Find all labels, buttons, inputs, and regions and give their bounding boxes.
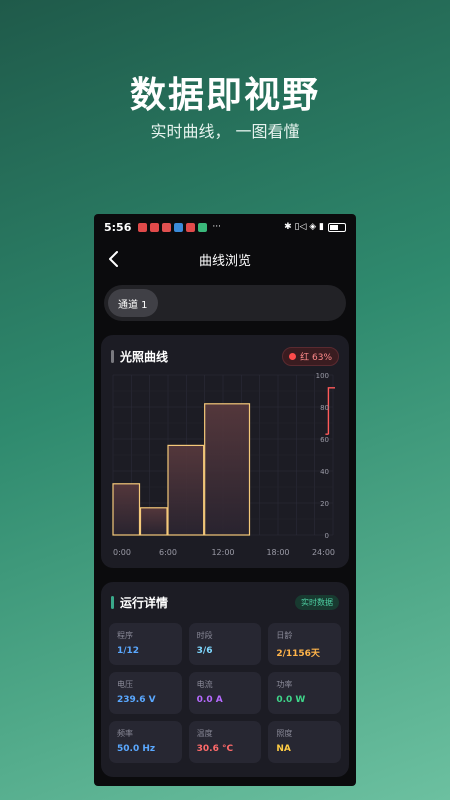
detail-tile: 电流 0.0 A — [188, 672, 262, 714]
x-tick-label: 0:00 — [113, 548, 131, 557]
channel-selector: 通道 1 — [104, 285, 346, 321]
detail-label: 时段 — [196, 631, 213, 640]
more-notifications-icon: ··· — [212, 222, 221, 232]
detail-tile: 功率 0.0 W — [268, 672, 341, 714]
bar — [112, 483, 141, 536]
detail-tile: 程序 1/12 — [109, 623, 182, 665]
notification-icon — [198, 222, 208, 232]
detail-value: 30.6 °C — [196, 744, 234, 754]
notification-icon — [174, 222, 184, 232]
red-series-line — [327, 387, 335, 435]
detail-value: 0.0 W — [276, 695, 306, 705]
channel-tab-1[interactable]: 通道 1 — [108, 289, 158, 317]
notification-icon — [150, 222, 160, 232]
legend-red[interactable]: 红 63% — [282, 347, 339, 366]
y-tick-label: 60 — [320, 436, 329, 444]
back-arrow-icon[interactable] — [104, 249, 124, 269]
bar — [167, 444, 205, 536]
notification-icon — [186, 222, 196, 232]
notification-icon — [138, 222, 148, 232]
detail-value: 239.6 V — [117, 695, 156, 705]
x-tick-label: 18:00 — [266, 548, 289, 557]
title-accent — [111, 350, 114, 363]
y-tick-label: 20 — [320, 500, 329, 508]
detail-tile: 时段 3/6 — [188, 623, 262, 665]
x-tick-label: 6:00 — [159, 548, 177, 557]
notification-icon — [162, 222, 172, 232]
detail-value: 0.0 A — [196, 695, 223, 705]
detail-tile: 电压 239.6 V — [109, 672, 182, 714]
bar — [139, 507, 168, 536]
battery-icon — [328, 222, 346, 232]
promo-subtitle: 实时曲线， 一图看懂 — [150, 122, 300, 141]
y-tick-label: 80 — [320, 404, 329, 412]
x-tick-label: 12:00 — [211, 548, 234, 557]
operation-details-card: 运行详情 实时数据 程序 1/12 时段 3/6 日龄 2/1156天 电压 239.6 V电… — [101, 582, 349, 777]
detail-value: 2/1156天 — [276, 649, 320, 659]
detail-label: 程序 — [117, 631, 133, 640]
phone-screen: 5:56 ··· ✱ ▯◁ ◈ ▮ 曲线浏览 通道 1 光照曲线 红 63% 0… — [94, 214, 356, 786]
page-title: 曲线浏览 — [198, 253, 251, 269]
detail-value: 3/6 — [196, 646, 213, 656]
detail-value: 1/12 — [117, 646, 140, 656]
light-curve-card: 光照曲线 红 63% 0 20 40 60 80 100 0:00 6:00 12:00 18:0… — [101, 335, 349, 568]
status-icons: ✱ ▯◁ ◈ ▮ — [284, 222, 324, 232]
x-tick-label: 24:00 — [312, 548, 335, 557]
detail-label: 频率 — [117, 729, 133, 738]
detail-tile: 照度 NA — [268, 721, 341, 763]
live-data-badge: 实时数据 — [295, 595, 339, 610]
promo-title: 数据即视野 — [129, 74, 320, 116]
detail-tile: 温度 30.6 °C — [188, 721, 262, 763]
legend-label: 红 63% — [300, 353, 332, 363]
y-tick-label: 0 — [325, 532, 329, 540]
detail-value: NA — [276, 744, 291, 754]
detail-tile: 频率 50.0 Hz — [109, 721, 182, 763]
y-tick-label: 40 — [320, 468, 329, 476]
details-grid: 程序 1/12 时段 3/6 日龄 2/1156天电压 239.6 V 电流 0.0 A 功率 0.… — [101, 611, 349, 763]
status-time: 5:56 — [104, 220, 132, 234]
y-tick-label: 100 — [316, 372, 329, 380]
detail-label: 温度 — [196, 729, 213, 738]
detail-label: 照度 — [276, 729, 293, 738]
chart-title: 光照曲线 — [120, 350, 169, 364]
detail-label: 电压 — [117, 680, 133, 689]
legend-dot-icon — [289, 353, 297, 360]
detail-label: 功率 — [276, 680, 293, 689]
bar — [204, 403, 251, 536]
detail-value: 50.0 Hz — [117, 744, 156, 754]
title-accent — [111, 596, 114, 609]
detail-tile: 日龄 2/1156天 — [268, 623, 341, 665]
detail-label: 日龄 — [276, 631, 293, 640]
light-chart: 0 20 40 60 80 100 0:00 6:00 12:00 18:00 24:00 — [112, 372, 335, 557]
detail-label: 电流 — [196, 680, 213, 689]
status-bar: 5:56 ··· ✱ ▯◁ ◈ ▮ — [94, 214, 356, 240]
ops-title: 运行详情 — [120, 596, 169, 610]
top-nav: 曲线浏览 — [94, 240, 356, 278]
